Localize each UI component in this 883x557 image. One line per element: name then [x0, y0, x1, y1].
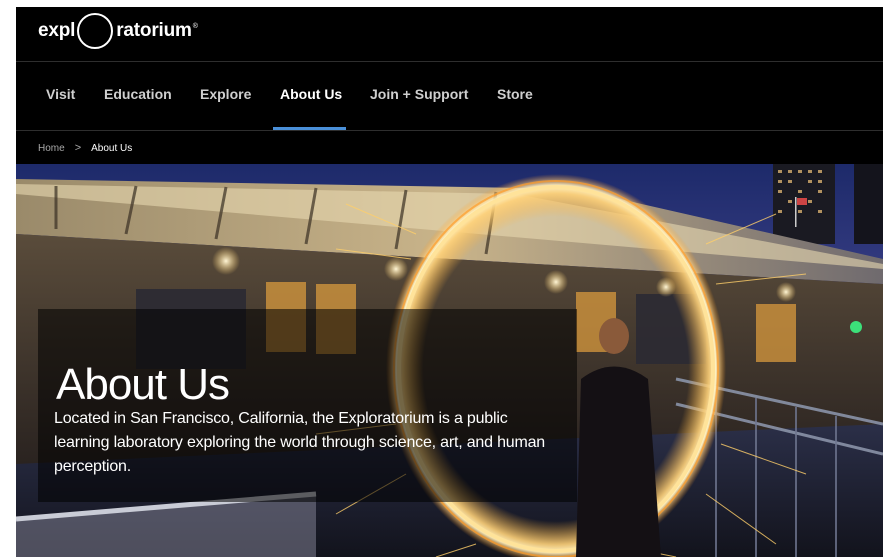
- site-header: expl ratorium ®: [16, 7, 883, 63]
- nav-item-join-support[interactable]: Join + Support: [370, 86, 468, 102]
- nav-item-explore[interactable]: Explore: [200, 86, 251, 102]
- breadcrumb-chevron-icon: >: [74, 142, 82, 154]
- hero-description: Located in San Francisco, California, th…: [54, 410, 545, 475]
- hero-banner: About Us Located in San Francisco, Calif…: [16, 164, 883, 557]
- page-frame: expl ratorium ® Visit Education Explore …: [16, 7, 883, 557]
- breadcrumb: Home > About Us: [38, 142, 132, 154]
- breadcrumb-home-link[interactable]: Home: [38, 143, 65, 154]
- logo-ring-icon: [77, 13, 114, 49]
- nav-item-education[interactable]: Education: [104, 86, 172, 102]
- exploratorium-logo[interactable]: expl ratorium ®: [38, 7, 198, 55]
- main-nav: Visit Education Explore About Us Join + …: [16, 62, 883, 130]
- logo-text-right: ratorium: [116, 20, 192, 41]
- hero-text-panel: About Us Located in San Francisco, Calif…: [38, 309, 577, 502]
- hero-title: About Us: [56, 360, 230, 410]
- nav-item-visit[interactable]: Visit: [46, 86, 75, 102]
- nav-divider: [16, 130, 883, 131]
- logo-registered-mark: ®: [192, 22, 198, 30]
- logo-text-left: expl: [38, 20, 76, 41]
- breadcrumb-current: About Us: [91, 142, 133, 154]
- nav-item-store[interactable]: Store: [497, 86, 533, 102]
- nav-item-about-us[interactable]: About Us: [280, 86, 342, 102]
